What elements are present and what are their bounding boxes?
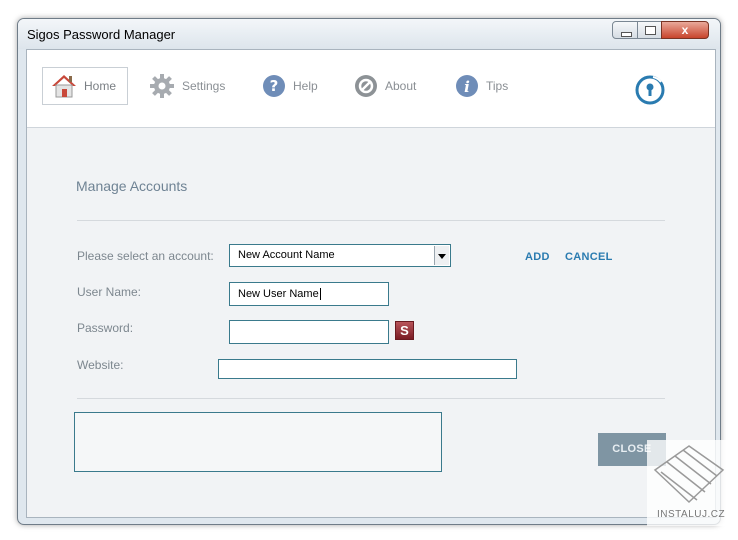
nav-about-label: About: [385, 79, 417, 93]
nav-about[interactable]: About: [354, 67, 416, 105]
maximize-button[interactable]: [637, 21, 662, 39]
chevron-down-icon[interactable]: [434, 246, 449, 265]
nav-settings-label: Settings: [182, 79, 226, 93]
watermark: INSTALUJ.CZ: [647, 440, 731, 526]
svg-text:i: i: [464, 78, 470, 96]
minimize-button[interactable]: [612, 21, 638, 39]
generate-password-button[interactable]: S: [395, 321, 414, 340]
minimize-icon: [621, 32, 632, 37]
question-icon: ?: [263, 75, 285, 97]
close-icon: x: [681, 23, 689, 37]
cancel-button[interactable]: CANCEL: [565, 251, 613, 263]
nav-tips-label: Tips: [486, 79, 509, 93]
house-icon: [52, 75, 76, 98]
nav-settings[interactable]: Settings: [149, 67, 225, 105]
nav-help-label: Help: [293, 79, 318, 93]
password-label: Password:: [77, 321, 134, 335]
username-value: New User Name: [238, 288, 319, 300]
window-title: Sigos Password Manager: [27, 27, 176, 42]
nav-tips[interactable]: i Tips: [455, 67, 508, 105]
password-input[interactable]: [229, 320, 389, 344]
top-divider: [77, 220, 665, 221]
nav-bar: Home Settings ? Help About i Tips: [27, 50, 715, 128]
maximize-icon: [645, 26, 656, 35]
title-bar[interactable]: Sigos Password Manager x: [18, 19, 720, 49]
add-button[interactable]: ADD: [525, 251, 550, 263]
about-icon: [355, 75, 377, 97]
nav-help[interactable]: ? Help: [262, 67, 318, 105]
account-select-value: New Account Name: [238, 249, 335, 261]
section-title: Manage Accounts: [76, 178, 188, 194]
account-select[interactable]: New Account Name: [229, 244, 451, 267]
window-close-button[interactable]: x: [661, 21, 709, 39]
notes-box[interactable]: [74, 412, 442, 472]
nav-home[interactable]: Home: [42, 67, 128, 105]
keyhole-lock-icon: [635, 75, 665, 105]
text-caret: [319, 288, 321, 301]
website-label: Website:: [77, 358, 124, 372]
username-input[interactable]: New User Name: [229, 282, 389, 306]
svg-text:?: ?: [270, 77, 279, 95]
app-window: Sigos Password Manager x Home Settings ?…: [17, 18, 721, 525]
watermark-text: INSTALUJ.CZ: [657, 509, 726, 520]
bottom-divider: [77, 398, 665, 399]
account-label: Please select an account:: [77, 249, 214, 263]
username-label: User Name:: [77, 285, 142, 299]
website-input[interactable]: [218, 359, 517, 379]
gear-icon: [150, 74, 174, 98]
watermark-logo-icon: [653, 445, 725, 504]
nav-home-label: Home: [84, 79, 117, 93]
info-icon: i: [456, 75, 478, 97]
client-area: Home Settings ? Help About i Tips Manage…: [26, 49, 716, 518]
